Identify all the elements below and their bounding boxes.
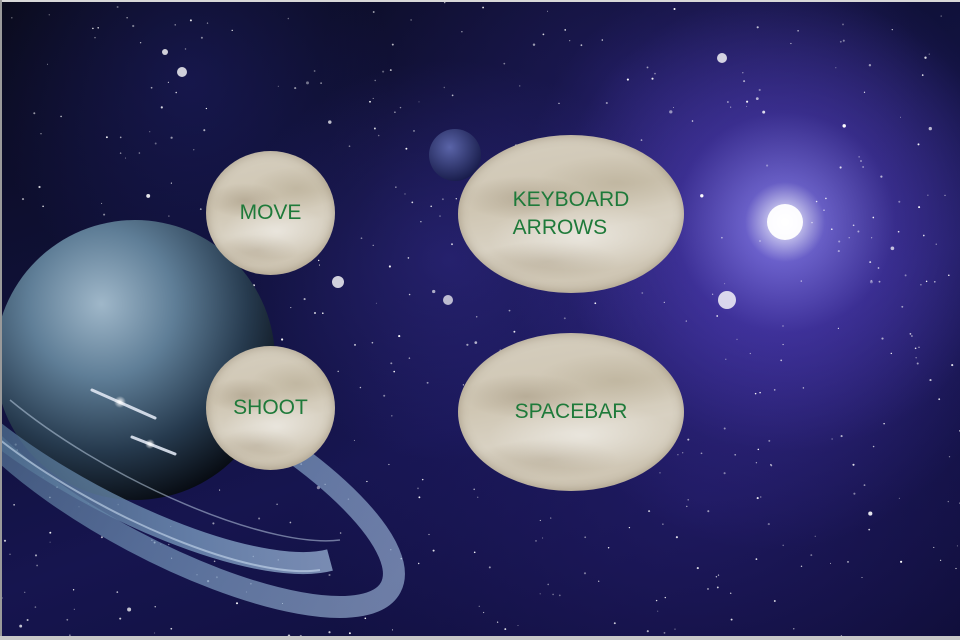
move-action-label: MOVE [206,151,335,275]
game-screen: MOVE KEYBOARD ARROWS SHOOT SPACEBAR [0,0,960,640]
frame-top-edge [0,0,960,2]
frame-left-edge [0,0,2,640]
frame-bottom-edge [0,636,960,640]
move-key-label: KEYBOARD ARROWS [458,135,684,293]
space-decorations [0,49,803,618]
shoot-action-label: SHOOT [206,346,335,470]
shoot-key-label: SPACEBAR [458,333,684,491]
